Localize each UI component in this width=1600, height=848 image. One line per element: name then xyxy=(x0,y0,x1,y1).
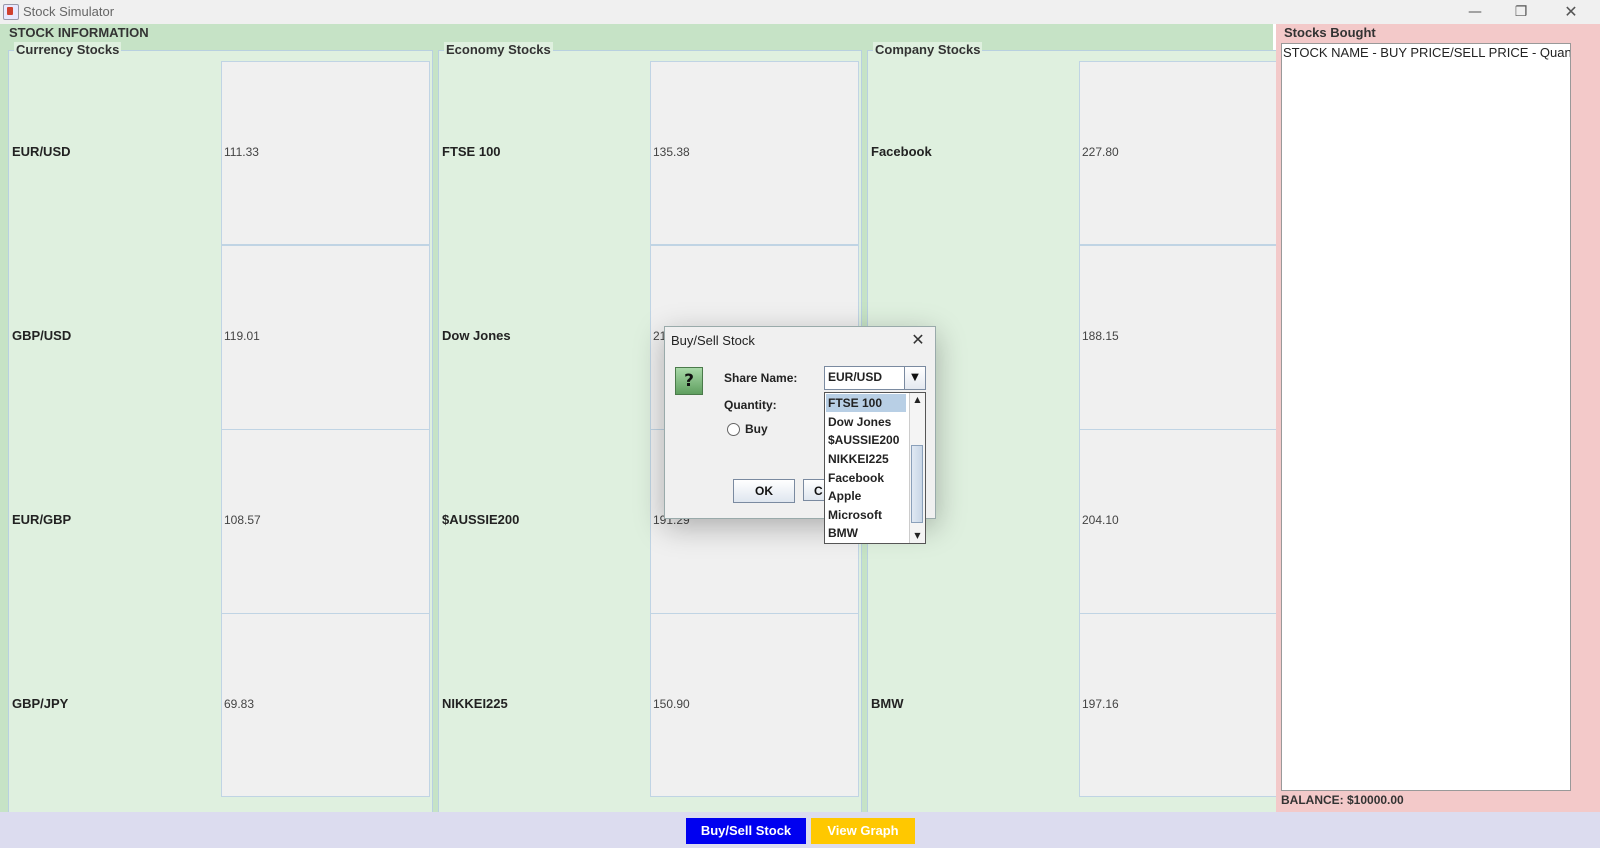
group-title: Company Stocks xyxy=(873,42,983,57)
minimize-icon[interactable]: — xyxy=(1452,0,1498,24)
restore-icon[interactable]: ❐ xyxy=(1498,0,1544,24)
group-title: Currency Stocks xyxy=(14,42,122,57)
balance-label: BALANCE: $10000.00 xyxy=(1281,793,1404,807)
dropdown-option[interactable]: NIKKEI225 xyxy=(826,450,906,468)
currency-stocks-group: Currency Stocks EUR/USD 111.33 GBP/USD 1… xyxy=(8,42,433,814)
price-value: 135.38 xyxy=(653,145,690,159)
dropdown-option[interactable]: Apple xyxy=(826,487,906,505)
stock-name: GBP/JPY xyxy=(12,696,69,711)
price-field: 188.15 xyxy=(1079,245,1288,430)
question-icon: ? xyxy=(675,367,703,395)
price-value: 108.57 xyxy=(224,513,261,527)
scrollbar-thumb[interactable] xyxy=(911,445,923,523)
stock-name: Dow Jones xyxy=(442,328,511,343)
close-window-icon[interactable]: ✕ xyxy=(1548,0,1594,24)
stock-information-panel: STOCK INFORMATION Currency Stocks EUR/US… xyxy=(0,24,1291,814)
price-field: 111.33 xyxy=(221,61,430,245)
share-name-label: Share Name: xyxy=(724,371,798,385)
stock-name: Facebook xyxy=(871,144,932,159)
share-name-select[interactable]: EUR/USD ▼ xyxy=(824,366,926,390)
dropdown-option[interactable]: Microsoft xyxy=(826,506,906,524)
ok-button[interactable]: OK xyxy=(733,479,795,503)
stock-information-heading: STOCK INFORMATION xyxy=(9,25,149,40)
dropdown-scrollbar[interactable]: ▲ ▼ xyxy=(909,393,925,543)
dropdown-option[interactable]: Facebook xyxy=(826,469,906,487)
scroll-down-arrow-icon[interactable]: ▼ xyxy=(910,529,925,543)
chevron-down-icon[interactable]: ▼ xyxy=(904,367,925,389)
price-field: 119.01 xyxy=(221,245,430,430)
stock-name: EUR/GBP xyxy=(12,512,72,527)
dropdown-option[interactable]: BMW xyxy=(826,524,906,542)
share-name-selected-value: EUR/USD xyxy=(828,370,883,384)
dropdown-option[interactable]: FTSE 100 xyxy=(826,394,906,412)
view-graph-button[interactable]: View Graph xyxy=(811,818,915,844)
price-field: 108.57 xyxy=(221,429,430,614)
dialog-title: Buy/Sell Stock xyxy=(671,333,755,348)
scroll-up-arrow-icon[interactable]: ▲ xyxy=(910,393,925,407)
price-field: 150.90 xyxy=(650,613,859,797)
stock-name: FTSE 100 xyxy=(442,144,501,159)
stock-name: GBP/USD xyxy=(12,328,72,343)
price-value: 197.16 xyxy=(1082,697,1119,711)
price-field: 227.80 xyxy=(1079,61,1288,245)
close-icon[interactable]: ✕ xyxy=(907,329,929,351)
price-field: 197.16 xyxy=(1079,613,1288,797)
price-value: 119.01 xyxy=(224,329,260,343)
window-title: Stock Simulator xyxy=(23,4,115,19)
stock-name: EUR/USD xyxy=(12,144,71,159)
bottom-toolbar: Buy/Sell Stock View Graph xyxy=(0,812,1600,848)
buy-sell-stock-button[interactable]: Buy/Sell Stock xyxy=(686,818,806,844)
buy-radio-label[interactable]: Buy xyxy=(745,422,768,436)
stock-name: BMW xyxy=(871,696,904,711)
price-value: 111.33 xyxy=(224,145,259,159)
stock-name: NIKKEI225 xyxy=(442,696,508,711)
stocks-bought-list[interactable]: STOCK NAME - BUY PRICE/SELL PRICE - Quan… xyxy=(1281,43,1571,791)
window-titlebar: Stock Simulator — ❐ ✕ xyxy=(0,0,1600,24)
group-title: Economy Stocks xyxy=(444,42,553,57)
price-value: 188.15 xyxy=(1082,329,1119,343)
stock-name: $AUSSIE200 xyxy=(442,512,520,527)
price-field: 69.83 xyxy=(221,613,430,797)
price-value: 227.80 xyxy=(1082,145,1119,159)
share-name-dropdown-list[interactable]: FTSE 100 Dow Jones $AUSSIE200 NIKKEI225 … xyxy=(824,392,926,544)
price-value: 69.83 xyxy=(224,697,255,711)
stocks-bought-list-header: STOCK NAME - BUY PRICE/SELL PRICE - Quan… xyxy=(1283,45,1571,60)
quantity-label: Quantity: xyxy=(724,398,777,412)
stocks-bought-panel: Stocks Bought STOCK NAME - BUY PRICE/SEL… xyxy=(1276,24,1600,812)
dropdown-option[interactable]: Dow Jones xyxy=(826,413,906,431)
price-value: 150.90 xyxy=(653,697,690,711)
stocks-bought-heading: Stocks Bought xyxy=(1284,25,1376,40)
buy-radio[interactable] xyxy=(727,423,740,436)
price-field: 204.10 xyxy=(1079,429,1288,614)
price-field: 135.38 xyxy=(650,61,859,245)
dropdown-option[interactable]: $AUSSIE200 xyxy=(826,431,906,449)
price-value: 204.10 xyxy=(1082,513,1119,527)
java-app-icon xyxy=(3,4,19,20)
